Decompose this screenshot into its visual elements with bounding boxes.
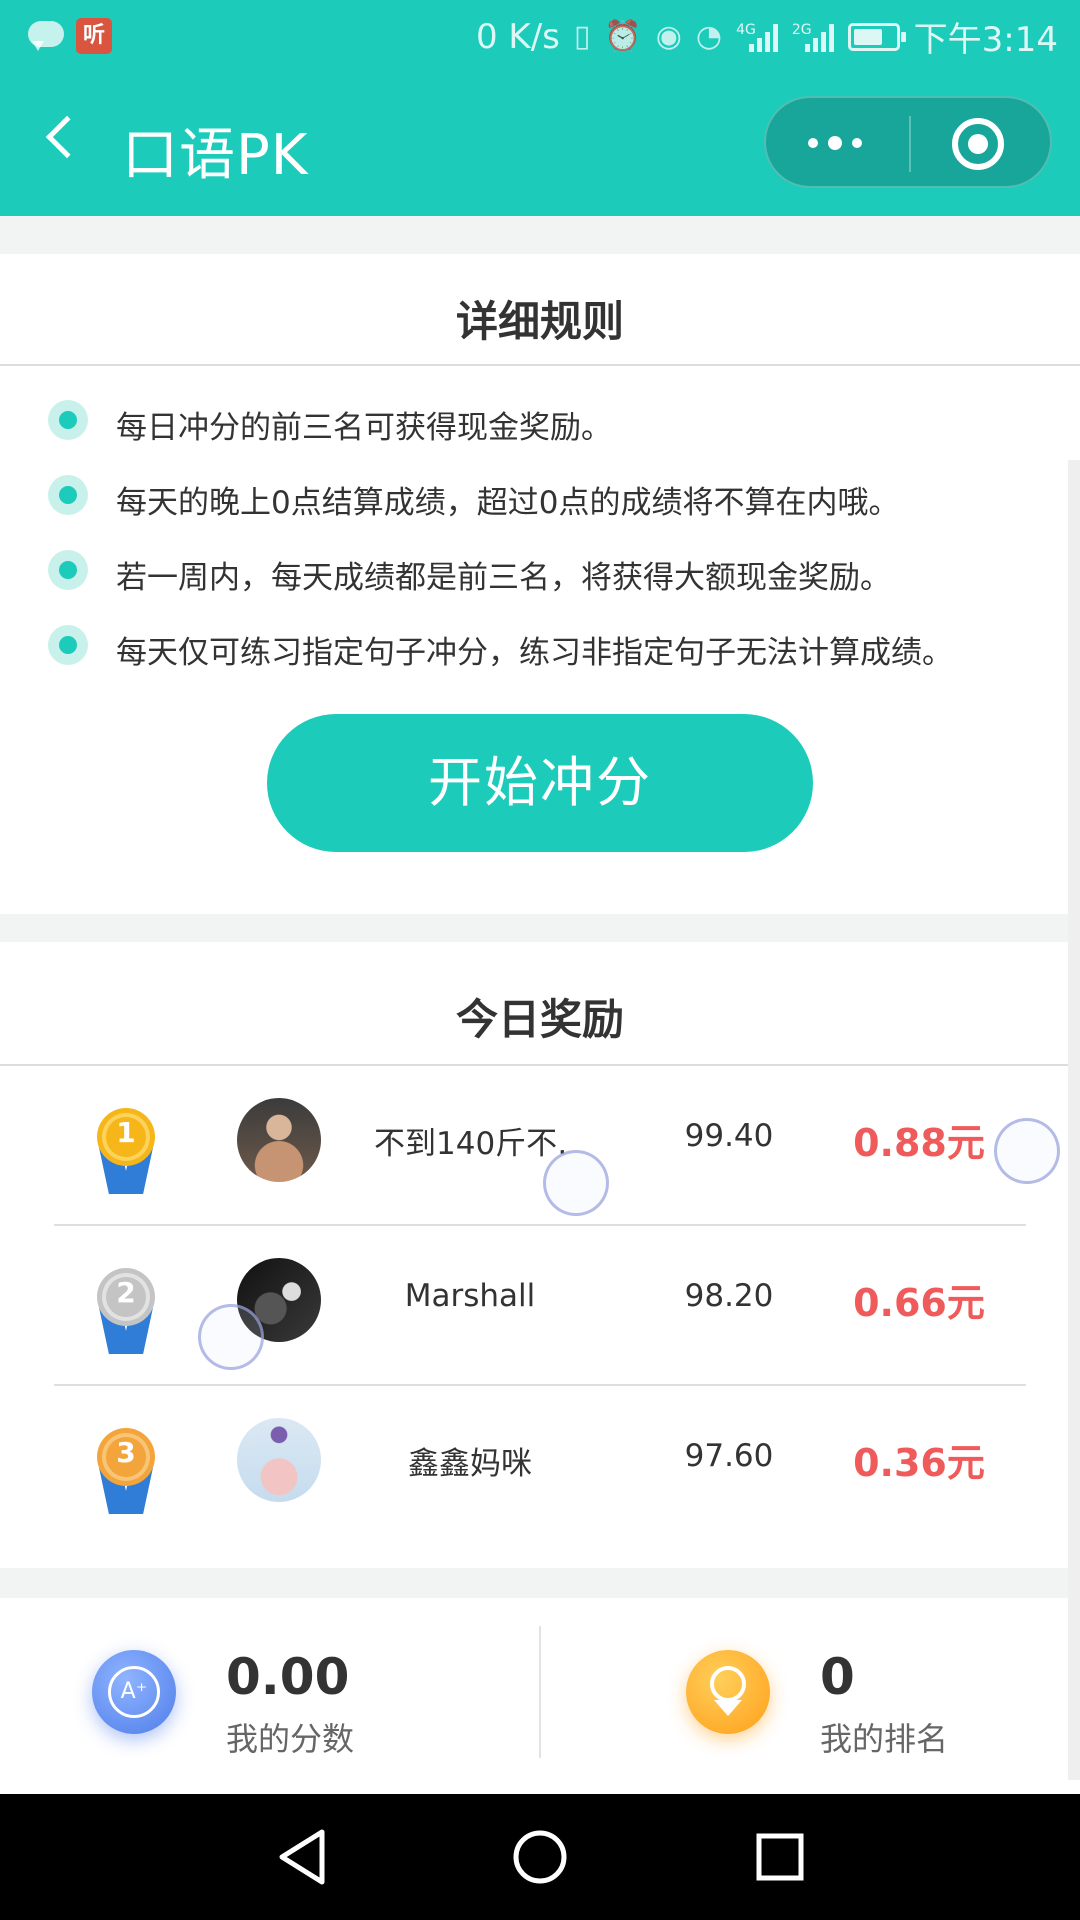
target-close-icon bbox=[952, 118, 1004, 170]
touch-indicator bbox=[994, 1118, 1060, 1184]
bullet-dot-icon bbox=[48, 400, 88, 440]
avatar bbox=[237, 1098, 321, 1182]
chevron-left-icon bbox=[45, 115, 89, 159]
more-dots-icon bbox=[808, 136, 862, 150]
status-bar: 听 0 K/s ▯ ⏰ ◉ ◔ 4G 2G 下午3:14 bbox=[0, 0, 1080, 74]
nav-recents-button[interactable] bbox=[745, 1822, 815, 1892]
status-right-icons: 0 K/s ▯ ⏰ ◉ ◔ 4G 2G 下午3:14 bbox=[476, 12, 1058, 61]
signal-4g-icon: 4G bbox=[736, 22, 778, 52]
rank-row-1[interactable]: 1 不到140斤不… 99.40 0.88元 bbox=[54, 1068, 1026, 1226]
rule-item: 每天的晚上0点结算成绩，超过0点的成绩将不算在内哦。 bbox=[0, 461, 1080, 536]
reward-divider bbox=[0, 1064, 1080, 1066]
row-divider bbox=[54, 1384, 1026, 1386]
nav-bar: 口语PK bbox=[0, 84, 1080, 204]
touch-indicator bbox=[543, 1150, 609, 1216]
status-left-icons: 听 bbox=[28, 18, 112, 54]
rank-row-2[interactable]: 2 Marshall 98.20 0.66元 bbox=[54, 1228, 1026, 1386]
row-divider bbox=[54, 1224, 1026, 1226]
rule-text: 每天仅可练习指定句子冲分，练习非指定句子无法计算成绩。 bbox=[116, 635, 953, 671]
my-score-value: 0.00 bbox=[226, 1648, 350, 1706]
system-navigation-bar bbox=[0, 1794, 1080, 1920]
reward-title: 今日奖励 bbox=[455, 995, 624, 1044]
rule-item: 每天仅可练习指定句子冲分，练习非指定句子无法计算成绩。 bbox=[0, 611, 1080, 686]
my-stats-card: A⁺ 0.00 我的分数 0 我的排名 bbox=[0, 1598, 1080, 1794]
battery-icon bbox=[847, 22, 906, 51]
bronze-medal-icon: 3 bbox=[94, 1428, 158, 1518]
circle-home-icon bbox=[513, 1830, 567, 1884]
screen: 听 0 K/s ▯ ⏰ ◉ ◔ 4G 2G 下午3:14 口语PK 详细规则 每… bbox=[0, 0, 1080, 1920]
signal-2g-icon: 2G bbox=[792, 22, 834, 52]
rank-name: Marshall bbox=[404, 1278, 536, 1314]
back-button[interactable] bbox=[30, 104, 90, 174]
rules-title: 详细规则 bbox=[455, 297, 624, 346]
miniprogram-capsule bbox=[764, 96, 1052, 188]
eye-icon: ◉ bbox=[655, 19, 682, 54]
score-badge-icon: A⁺ bbox=[92, 1650, 176, 1734]
nav-home-button[interactable] bbox=[505, 1822, 575, 1892]
network-speed: 0 K/s bbox=[475, 16, 560, 57]
rules-list: 每日冲分的前三名可获得现金奖励。 每天的晚上0点结算成绩，超过0点的成绩将不算在… bbox=[0, 386, 1080, 686]
touch-indicator bbox=[198, 1304, 264, 1370]
rules-divider bbox=[0, 364, 1080, 366]
my-rank-label: 我的排名 bbox=[820, 1720, 949, 1758]
avatar bbox=[237, 1418, 321, 1502]
rank-reward: 0.88元 bbox=[853, 1121, 985, 1165]
page-title: 口语PK bbox=[122, 123, 309, 188]
rank-name: 鑫鑫妈咪 bbox=[408, 1446, 532, 1482]
rank-score: 98.20 bbox=[684, 1278, 774, 1314]
ting-app-icon: 听 bbox=[76, 18, 112, 54]
reward-card: 今日奖励 1 不到140斤不… 99.40 0.88元 2 Marshall 9… bbox=[0, 942, 1080, 1568]
rank-score: 97.60 bbox=[684, 1438, 774, 1474]
rule-text: 若一周内，每天成绩都是前三名，将获得大额现金奖励。 bbox=[116, 560, 891, 596]
more-button[interactable] bbox=[766, 98, 910, 190]
rule-text: 每日冲分的前三名可获得现金奖励。 bbox=[116, 410, 612, 446]
bullet-dot-icon bbox=[48, 625, 88, 665]
silver-medal-icon: 2 bbox=[94, 1268, 158, 1358]
my-rank-panel: 0 我的排名 bbox=[540, 1598, 1080, 1794]
top-bar: 听 0 K/s ▯ ⏰ ◉ ◔ 4G 2G 下午3:14 口语PK bbox=[0, 0, 1080, 216]
bullet-dot-icon bbox=[48, 475, 88, 515]
chat-notification-icon bbox=[28, 21, 64, 51]
rank-reward: 0.36元 bbox=[853, 1441, 985, 1485]
bullet-dot-icon bbox=[48, 550, 88, 590]
triangle-back-icon bbox=[279, 1829, 325, 1885]
start-button[interactable]: 开始冲分 bbox=[267, 714, 813, 852]
rank-row-3[interactable]: 3 鑫鑫妈咪 97.60 0.36元 bbox=[54, 1388, 1026, 1546]
rank-award-icon bbox=[686, 1650, 770, 1734]
vibrate-icon: ▯ bbox=[573, 19, 591, 54]
square-recents-icon bbox=[756, 1833, 804, 1881]
wifi-icon: ◔ bbox=[695, 19, 723, 54]
gold-medal-icon: 1 bbox=[94, 1108, 158, 1198]
rank-score: 99.40 bbox=[684, 1118, 774, 1154]
my-score-panel: A⁺ 0.00 我的分数 bbox=[0, 1598, 540, 1794]
rank-reward: 0.66元 bbox=[853, 1281, 985, 1325]
alarm-icon: ⏰ bbox=[604, 19, 642, 54]
clock: 下午3:14 bbox=[913, 20, 1058, 60]
my-rank-value: 0 bbox=[820, 1648, 855, 1706]
close-miniprogram-button[interactable] bbox=[910, 98, 1054, 190]
my-score-label: 我的分数 bbox=[226, 1720, 355, 1758]
rule-text: 每天的晚上0点结算成绩，超过0点的成绩将不算在内哦。 bbox=[116, 485, 900, 521]
rules-card: 详细规则 每日冲分的前三名可获得现金奖励。 每天的晚上0点结算成绩，超过0点的成… bbox=[0, 254, 1080, 914]
rank-name: 不到140斤不… bbox=[374, 1126, 566, 1162]
scrollbar[interactable] bbox=[1068, 460, 1080, 1780]
nav-back-button[interactable] bbox=[270, 1822, 340, 1892]
rule-item: 若一周内，每天成绩都是前三名，将获得大额现金奖励。 bbox=[0, 536, 1080, 611]
rule-item: 每日冲分的前三名可获得现金奖励。 bbox=[0, 386, 1080, 461]
